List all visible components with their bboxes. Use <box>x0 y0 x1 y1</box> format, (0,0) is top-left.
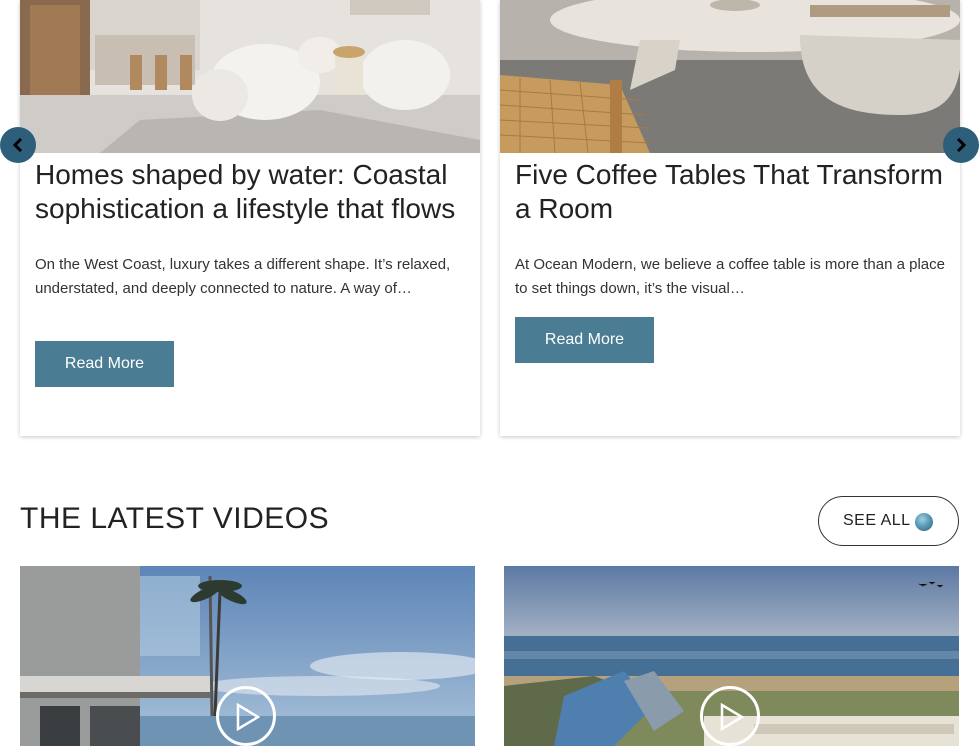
section-title: THE LATEST VIDEOS <box>20 502 330 535</box>
blog-card-title[interactable]: Five Coffee Tables That Transform a Room <box>515 158 945 226</box>
video-thumbnail[interactable] <box>20 566 475 746</box>
read-more-button[interactable]: Read More <box>515 317 654 363</box>
wave-logo-icon <box>915 513 933 531</box>
blog-card-excerpt: On the West Coast, luxury takes a differ… <box>35 256 451 297</box>
play-button[interactable] <box>700 686 760 746</box>
see-all-label: SEE ALL <box>843 512 911 529</box>
chevron-left-icon <box>12 138 23 152</box>
chevron-right-icon <box>956 138 967 152</box>
play-button[interactable] <box>216 686 276 746</box>
blog-card-excerpt: At Ocean Modern, we believe a coffee tab… <box>515 256 945 297</box>
play-icon <box>720 703 744 731</box>
read-more-button[interactable]: Read More <box>35 341 174 387</box>
carousel-prev-button[interactable] <box>0 127 36 163</box>
video-thumbnail[interactable] <box>504 566 959 746</box>
blog-card: Five Coffee Tables That Transform a Room… <box>500 0 960 436</box>
blog-carousel: Homes shaped by water: Coastal sophistic… <box>0 0 979 436</box>
blog-card-image[interactable] <box>500 0 960 153</box>
blog-card-title[interactable]: Homes shaped by water: Coastal sophistic… <box>35 158 465 226</box>
blog-card-image[interactable] <box>20 0 480 153</box>
blog-card: Homes shaped by water: Coastal sophistic… <box>20 0 480 436</box>
play-icon <box>236 703 260 731</box>
carousel-next-button[interactable] <box>943 127 979 163</box>
see-all-button[interactable]: SEE ALL <box>818 496 959 546</box>
